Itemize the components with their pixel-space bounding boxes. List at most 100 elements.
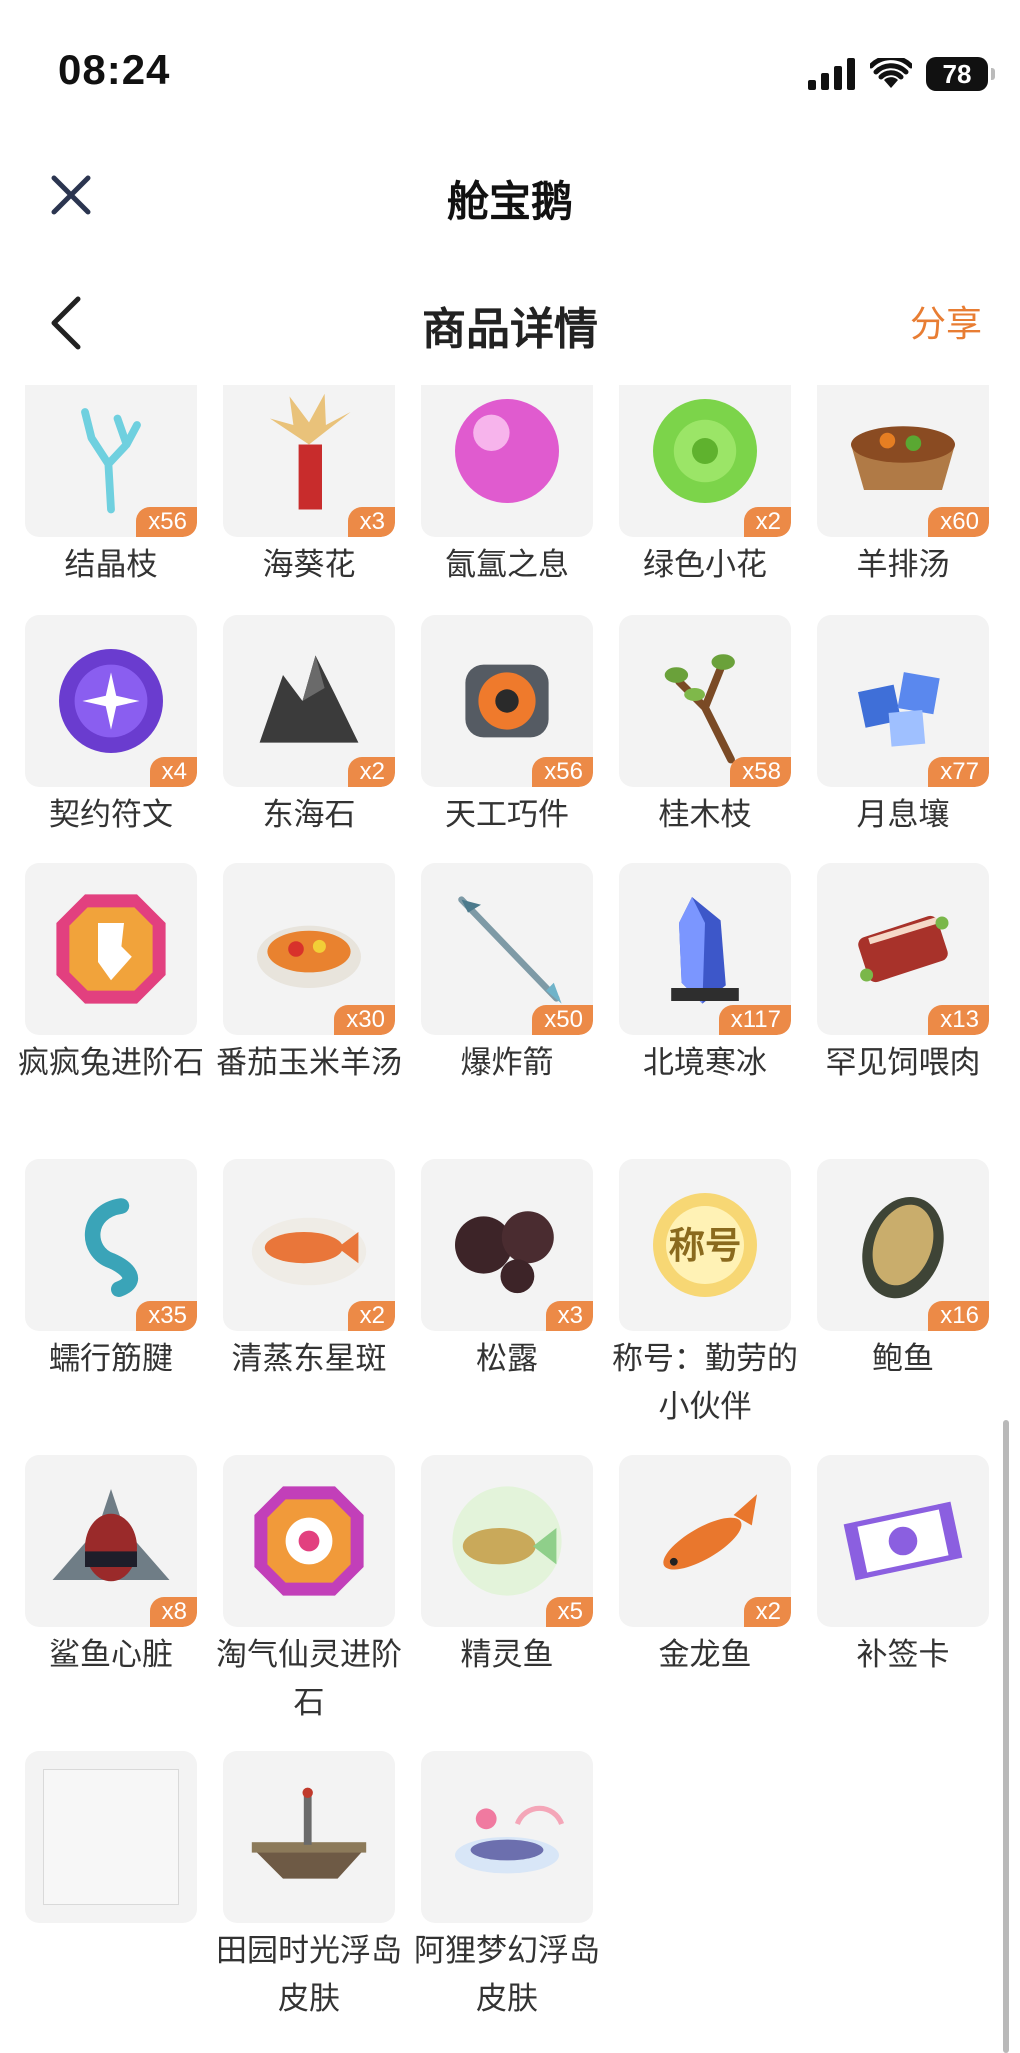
dream-island-icon	[455, 1805, 565, 1874]
share-button[interactable]: 分享	[910, 295, 982, 347]
arrow-icon	[458, 896, 562, 1004]
grid-item[interactable]: x16 鲍鱼	[804, 1159, 1002, 1383]
item-count-badge: x4	[149, 757, 197, 787]
item-name: 称号：勤劳的小伙伴	[612, 1341, 798, 1425]
grid-item[interactable]: x60 羊排汤	[804, 385, 1002, 589]
item-tile	[421, 1751, 593, 1923]
item-count-badge: x58	[730, 757, 791, 787]
item-tile	[421, 385, 593, 537]
truffle-icon	[455, 1211, 554, 1294]
item-count-badge: x35	[136, 1301, 197, 1331]
item-tile: x50	[421, 863, 593, 1035]
grid-item[interactable]: x56 结晶枝	[12, 385, 210, 589]
tendon-icon	[84, 1198, 138, 1297]
grid-item[interactable]: x2 东海石	[210, 615, 408, 839]
item-tile: x2	[223, 1159, 395, 1331]
blank-placeholder-icon	[43, 1769, 179, 1905]
item-count-badge: x2	[347, 1301, 395, 1331]
shark-heart-icon	[52, 1489, 170, 1582]
status-icons: 78	[808, 54, 995, 94]
item-name: 罕见饲喂肉	[825, 1045, 981, 1081]
anemone-flower-icon	[270, 393, 351, 510]
item-tile: x8	[25, 1455, 197, 1627]
item-name: 鲨鱼心脏	[49, 1637, 173, 1673]
twig-icon	[664, 654, 735, 764]
item-tile: x16	[817, 1159, 989, 1331]
item-name: 番茄玉米羊汤	[216, 1045, 402, 1081]
item-name: 绿色小花	[643, 547, 767, 583]
grid-item[interactable]: x58 桂木枝	[606, 615, 804, 839]
item-count-badge: x60	[928, 507, 989, 537]
item-name: 北境寒冰	[643, 1045, 767, 1081]
item-count-badge: x77	[928, 757, 989, 787]
grid-item[interactable]: 称号 称号：勤劳的小伙伴	[606, 1159, 804, 1431]
grid-item[interactable]: x30 番茄玉米羊汤	[210, 863, 408, 1087]
item-name: 羊排汤	[856, 547, 950, 583]
item-tile: x35	[25, 1159, 197, 1331]
pink-orb-icon	[455, 399, 559, 503]
item-count-badge: x2	[743, 507, 791, 537]
fairy-gem-icon	[254, 1486, 364, 1596]
item-name: 契约符文	[49, 797, 173, 833]
grid-item[interactable]: x56 天工巧件	[408, 615, 606, 839]
arowana-icon	[663, 1494, 757, 1570]
scrollbar[interactable]	[1003, 1420, 1009, 2053]
mini-program-header: 舱宝鹅	[0, 150, 1020, 240]
item-name: 爆炸箭	[460, 1045, 554, 1081]
item-tile: x2	[223, 615, 395, 787]
grid-item[interactable]: x35 蠕行筋腱	[12, 1159, 210, 1383]
item-tile: x2	[619, 385, 791, 537]
ice-crystal-icon	[671, 897, 739, 1004]
grid-item[interactable]: 疯疯兔进阶石	[12, 863, 210, 1087]
grid-item[interactable]: x8 鲨鱼心脏	[12, 1455, 210, 1679]
grid-item[interactable]: x13 罕见饲喂肉	[804, 863, 1002, 1087]
item-count-badge: x50	[532, 1005, 593, 1035]
item-name: 疯疯兔进阶石	[18, 1045, 204, 1081]
item-count-badge: x56	[532, 757, 593, 787]
item-tile: x58	[619, 615, 791, 787]
grid-item[interactable]: x2 金龙鱼	[606, 1455, 804, 1679]
grid-item[interactable]: 补签卡	[804, 1455, 1002, 1679]
title-badge-icon: 称号	[653, 1193, 757, 1297]
item-name: 天工巧件	[445, 797, 569, 833]
grid-item[interactable]: 淘气仙灵进阶石	[210, 1455, 408, 1727]
grid-item[interactable]: 阿狸梦幻浮岛皮肤	[408, 1751, 606, 2023]
gear-part-icon	[465, 664, 549, 738]
item-name: 氤氲之息	[445, 547, 569, 583]
grid-item[interactable]: x3 海葵花	[210, 385, 408, 589]
signal-icon	[808, 58, 855, 90]
item-tile	[223, 1455, 395, 1627]
grid-item[interactable]: x77 月息壤	[804, 615, 1002, 839]
soup-bowl-icon	[851, 426, 955, 490]
item-tile: x5	[421, 1455, 593, 1627]
item-count-badge: x30	[334, 1005, 395, 1035]
mini-program-title: 舱宝鹅	[446, 177, 573, 226]
steamed-fish-icon	[251, 1217, 367, 1286]
grid-item[interactable]: x50 爆炸箭	[408, 863, 606, 1087]
page-title: 商品详情	[422, 304, 598, 355]
grid-item[interactable]: x2 绿色小花	[606, 385, 804, 589]
item-count-badge: x56	[136, 507, 197, 537]
grid-item[interactable]: 田园时光浮岛皮肤	[210, 1751, 408, 2023]
item-name: 蠕行筋腱	[49, 1341, 173, 1377]
item-tile: x2	[619, 1455, 791, 1627]
grid-item[interactable]: x4 契约符文	[12, 615, 210, 839]
item-count-badge: x5	[545, 1597, 593, 1627]
grid-item[interactable]: x2 清蒸东星斑	[210, 1159, 408, 1383]
item-name: 田园时光浮岛皮肤	[216, 1933, 402, 2017]
grid-item[interactable]: x117 北境寒冰	[606, 863, 804, 1087]
item-tile: x117	[619, 863, 791, 1035]
grid-item[interactable]: x3 松露	[408, 1159, 606, 1383]
status-time: 08:24	[58, 46, 171, 93]
title-badge-text: 称号	[669, 1224, 742, 1267]
wifi-icon	[870, 58, 912, 88]
item-tile: x56	[421, 615, 593, 787]
meat-icon	[858, 915, 949, 983]
grid-item[interactable]: 氤氲之息	[408, 385, 606, 589]
item-tile: x4	[25, 615, 197, 787]
tomato-soup-icon	[257, 925, 361, 988]
item-tile: x60	[817, 385, 989, 537]
grid-item[interactable]: x5 精灵鱼	[408, 1455, 606, 1679]
item-tile: x77	[817, 615, 989, 787]
grid-item[interactable]	[12, 1751, 210, 1927]
